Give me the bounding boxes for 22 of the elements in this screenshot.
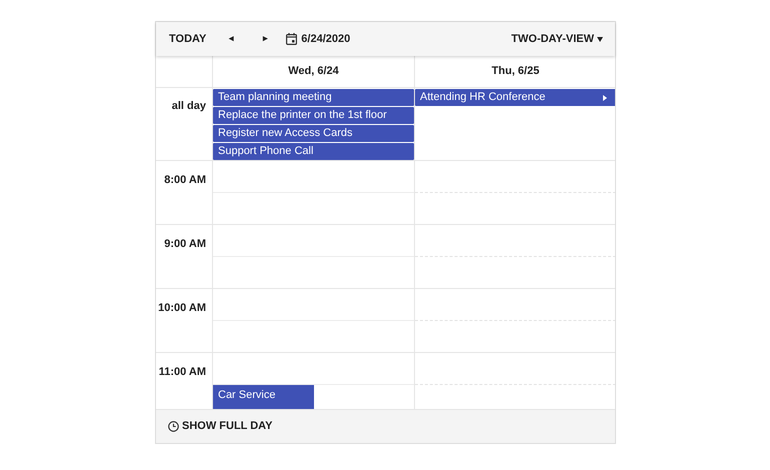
time-label: 11:00 AM xyxy=(158,365,206,380)
event-block[interactable]: Car Service xyxy=(213,385,314,409)
view-dropdown[interactable]: TWO-DAY-VIEW xyxy=(511,27,603,51)
show-full-day-button[interactable]: SHOW FULL DAY xyxy=(168,418,272,435)
day-header: Thu, 6/25 xyxy=(492,64,540,80)
event-block[interactable]: Replace the printer on the 1st floor xyxy=(213,107,414,124)
all-day-label: all day xyxy=(172,99,206,114)
today-button[interactable]: TODAY xyxy=(168,27,208,51)
date-picker-button[interactable]: 6/24/2020 xyxy=(301,27,350,51)
clock-icon xyxy=(168,421,179,432)
previous-button[interactable]: ◂ xyxy=(224,27,238,51)
next-button[interactable]: ▸ xyxy=(258,27,272,51)
calendar-icon xyxy=(286,33,298,45)
event-block[interactable]: Team planning meeting xyxy=(213,89,414,106)
time-label: 8:00 AM xyxy=(164,173,206,188)
time-label: 9:00 AM xyxy=(164,237,206,252)
event-block[interactable]: Register new Access Cards xyxy=(213,125,414,142)
day-header: Wed, 6/24 xyxy=(288,64,339,80)
event-block[interactable]: Attending HR Conference xyxy=(415,89,615,106)
caret-icon xyxy=(597,36,603,42)
event-block[interactable]: Support Phone Call xyxy=(213,143,414,160)
time-label: 10:00 AM xyxy=(158,301,206,316)
